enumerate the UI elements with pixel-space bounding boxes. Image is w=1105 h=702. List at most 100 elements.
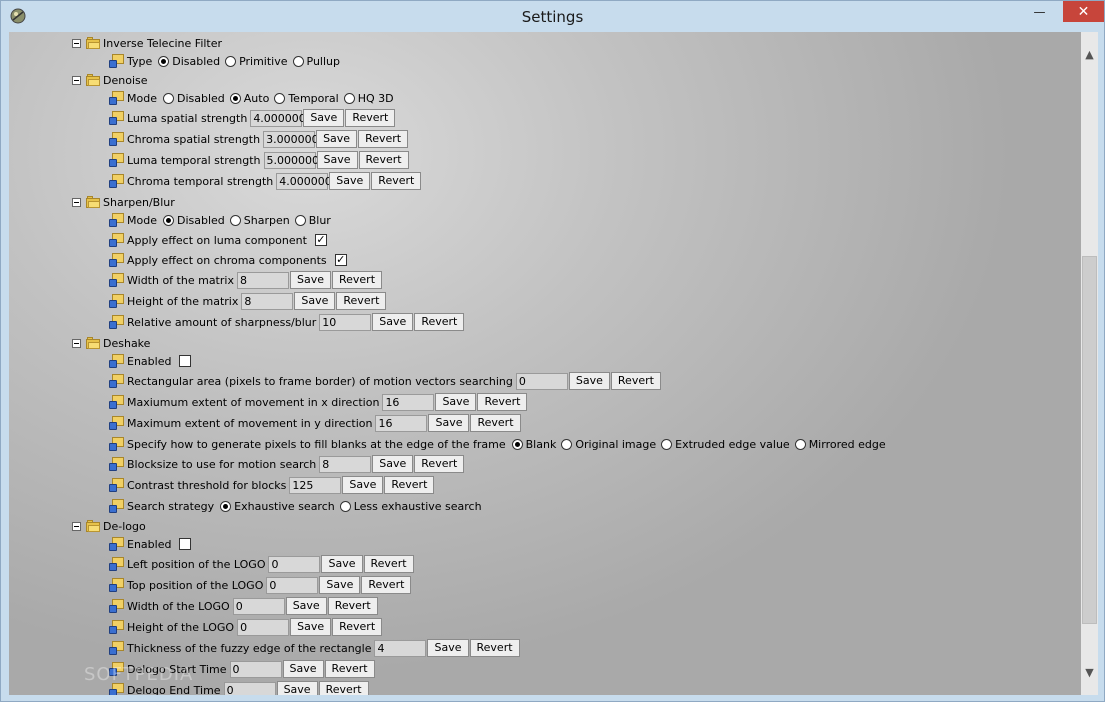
revert-button[interactable]: Revert (324, 660, 375, 678)
radio-exhaustive[interactable] (220, 500, 232, 512)
tree-node-sharpen[interactable]: Sharpen/Blur (72, 192, 175, 212)
save-button[interactable]: Save (435, 393, 477, 411)
save-button[interactable]: Save (282, 660, 324, 678)
revert-button[interactable]: Revert (331, 271, 383, 289)
delogo-enabled-checkbox[interactable] (179, 538, 192, 550)
radio-blur[interactable] (294, 214, 306, 226)
save-button[interactable]: Save (329, 172, 371, 190)
revert-button[interactable]: Revert (358, 130, 409, 148)
revert-button[interactable]: Revert (470, 414, 521, 432)
max-y-input[interactable]: 16 (375, 414, 428, 432)
revert-button[interactable]: Revert (414, 455, 465, 473)
logo-width-input[interactable]: 0 (232, 597, 285, 615)
matrix-width-row: Width of the matrix 8 Save Revert (109, 270, 383, 290)
revert-button[interactable]: Revert (610, 372, 661, 390)
radio-pullup[interactable] (292, 55, 304, 67)
collapse-icon[interactable] (72, 75, 81, 85)
chroma-spatial-input[interactable]: 3.000000 (263, 130, 319, 148)
fuzzy-edge-input[interactable]: 4 (374, 639, 427, 657)
start-time-input[interactable]: 0 (229, 660, 282, 678)
save-button[interactable]: Save (289, 271, 331, 289)
revert-button[interactable]: Revert (345, 109, 396, 127)
luma-spatial-row: Luma spatial strength 4.000000 Save Rever… (109, 108, 396, 128)
save-button[interactable]: Save (428, 414, 470, 432)
save-button[interactable]: Save (321, 555, 363, 573)
apply-chroma-checkbox[interactable]: ✓ (334, 254, 347, 266)
save-button[interactable]: Save (316, 130, 358, 148)
save-button[interactable]: Save (372, 455, 414, 473)
deshake-enabled-checkbox[interactable] (179, 355, 192, 367)
radio-disabled[interactable] (162, 214, 174, 226)
tree-node-deshake[interactable]: Deshake (72, 333, 150, 353)
radio-hq3d[interactable] (343, 92, 355, 104)
revert-button[interactable]: Revert (469, 639, 520, 657)
save-button[interactable]: Save (316, 151, 358, 169)
blocksize-input[interactable]: 8 (319, 455, 372, 473)
revert-button[interactable]: Revert (336, 292, 387, 310)
sharpness-amount-input[interactable]: 10 (319, 313, 372, 331)
collapse-icon[interactable] (72, 38, 81, 48)
radio-disabled[interactable] (162, 92, 174, 104)
radio-original-image[interactable] (561, 438, 573, 450)
radio-mirrored-edge[interactable] (794, 438, 806, 450)
save-button[interactable]: Save (372, 313, 414, 331)
save-button[interactable]: Save (319, 576, 361, 594)
revert-button[interactable]: Revert (384, 476, 435, 494)
radio-extruded-edge[interactable] (661, 438, 673, 450)
luma-spatial-input[interactable]: 4.000000 (250, 109, 306, 127)
revert-button[interactable]: Revert (327, 597, 378, 615)
tree-node-denoise[interactable]: Denoise (72, 70, 148, 90)
revert-button[interactable]: Revert (361, 576, 412, 594)
radio-label: Extruded edge value (675, 437, 790, 451)
contrast-input[interactable]: 125 (289, 476, 342, 494)
save-button[interactable]: Save (285, 597, 327, 615)
revert-button[interactable]: Revert (358, 151, 409, 169)
save-button[interactable]: Save (303, 109, 345, 127)
save-button[interactable]: Save (276, 681, 318, 695)
radio-sharpen[interactable] (229, 214, 241, 226)
revert-button[interactable]: Revert (477, 393, 528, 411)
radio-auto[interactable] (229, 92, 241, 104)
revert-button[interactable]: Revert (318, 681, 369, 695)
close-button[interactable]: ✕ (1063, 1, 1104, 22)
radio-temporal[interactable] (274, 92, 286, 104)
save-button[interactable]: Save (427, 639, 469, 657)
collapse-icon[interactable] (72, 197, 81, 207)
vertical-scrollbar[interactable]: ▲ ▼ (1081, 32, 1098, 695)
field-label: Specify how to generate pixels to fill b… (127, 437, 506, 451)
radio-less-exhaustive[interactable] (339, 500, 351, 512)
logo-top-input[interactable]: 0 (266, 576, 319, 594)
revert-button[interactable]: Revert (332, 618, 383, 636)
save-button[interactable]: Save (568, 372, 610, 390)
radio-disabled[interactable] (158, 55, 170, 67)
collapse-icon[interactable] (72, 521, 81, 531)
save-button[interactable]: Save (294, 292, 336, 310)
logo-left-input[interactable]: 0 (268, 555, 321, 573)
end-time-input[interactable]: 0 (223, 681, 276, 695)
scroll-down-icon[interactable]: ▼ (1081, 664, 1098, 681)
radio-primitive[interactable] (225, 55, 237, 67)
revert-button[interactable]: Revert (414, 313, 465, 331)
matrix-height-input[interactable]: 8 (241, 292, 294, 310)
tree-node-ivtc[interactable]: Inverse Telecine Filter (72, 33, 222, 53)
chroma-temporal-input[interactable]: 4.000000 (276, 172, 332, 190)
max-x-input[interactable]: 16 (382, 393, 435, 411)
matrix-width-input[interactable]: 8 (236, 271, 289, 289)
luma-temporal-input[interactable]: 5.000000 (263, 151, 319, 169)
title-bar[interactable]: Settings — ✕ (1, 1, 1104, 32)
revert-button[interactable]: Revert (371, 172, 422, 190)
save-button[interactable]: Save (290, 618, 332, 636)
minimize-button[interactable]: — (1026, 1, 1053, 22)
logo-height-input[interactable]: 0 (237, 618, 290, 636)
field-label: Left position of the LOGO (127, 557, 266, 571)
motion-rect-input[interactable]: 0 (515, 372, 568, 390)
tree-node-delogo[interactable]: De-logo (72, 516, 146, 536)
scrollbar-thumb[interactable] (1082, 256, 1097, 624)
scroll-up-icon[interactable]: ▲ (1081, 46, 1098, 63)
radio-label: HQ 3D (357, 91, 394, 105)
revert-button[interactable]: Revert (363, 555, 414, 573)
apply-luma-checkbox[interactable]: ✓ (314, 234, 327, 246)
collapse-icon[interactable] (72, 338, 81, 348)
save-button[interactable]: Save (342, 476, 384, 494)
radio-blank[interactable] (511, 438, 523, 450)
